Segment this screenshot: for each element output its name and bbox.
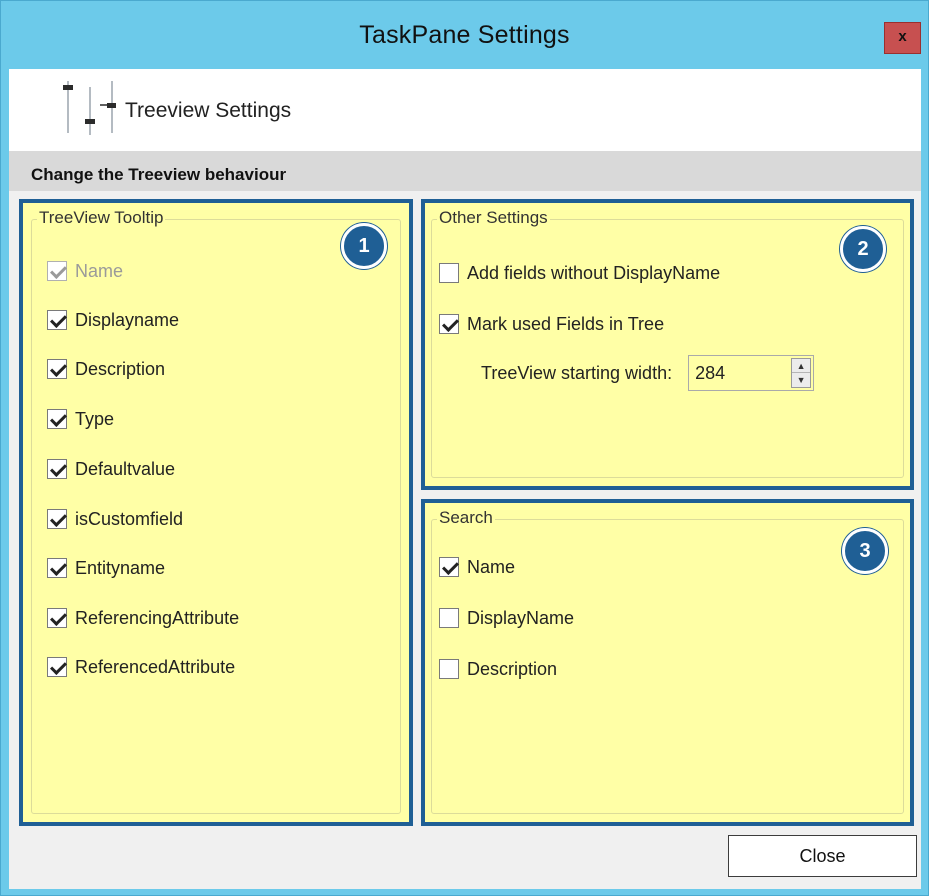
checkbox-icon[interactable]	[47, 509, 67, 529]
checkbox-label: Name	[75, 260, 124, 281]
checkbox-icon[interactable]	[47, 608, 67, 628]
treeview-width-row: TreeView starting width: 284 ▲ ▼	[481, 355, 815, 391]
treeview-width-value[interactable]: 284	[695, 363, 725, 384]
spinner-down-icon[interactable]: ▼	[792, 373, 810, 387]
checkbox-row-entityname[interactable]: Entityname	[47, 556, 165, 580]
checkbox-row-iscustomfield[interactable]: isCustomfield	[47, 507, 183, 531]
checkbox-icon[interactable]	[439, 659, 459, 679]
checkbox-icon[interactable]	[47, 261, 67, 281]
sliders-icon	[63, 81, 116, 135]
close-button[interactable]: Close	[728, 835, 917, 877]
checkbox-icon[interactable]	[47, 657, 67, 677]
checkbox-row-description[interactable]: Description	[47, 357, 165, 381]
title-bar[interactable]: TaskPane Settings x	[1, 1, 928, 69]
spinner-up-icon[interactable]: ▲	[792, 359, 811, 373]
checkbox-label: Type	[75, 408, 115, 429]
checkbox-label: Entityname	[75, 557, 166, 578]
callout-badge-2: 2	[840, 226, 886, 272]
treeview-width-spinner[interactable]: 284 ▲ ▼	[688, 355, 815, 391]
tooltip-panel: TreeView Tooltip 1 Name Displayname Desc…	[19, 199, 413, 826]
checkbox-icon[interactable]	[47, 459, 67, 479]
other-settings-groupbox: Other Settings	[431, 208, 904, 478]
settings-window: TaskPane Settings x Treeview Settings Ch…	[0, 0, 929, 896]
checkbox-row-add-fields-without-displayname[interactable]: Add fields without DisplayName	[439, 261, 720, 285]
tooltip-groupbox-legend: TreeView Tooltip	[37, 208, 166, 228]
other-settings-legend: Other Settings	[437, 208, 550, 228]
checkbox-label: Description	[467, 658, 558, 679]
callout-badge-3: 3	[842, 528, 888, 574]
checkbox-label: ReferencingAttribute	[75, 607, 240, 628]
header-band: Treeview Settings	[9, 69, 921, 151]
checkbox-row-displayname[interactable]: Displayname	[47, 308, 179, 332]
checkbox-label: ReferencedAttribute	[75, 656, 236, 677]
checkbox-label: isCustomfield	[75, 508, 184, 529]
checkbox-row-search-displayname[interactable]: DisplayName	[439, 606, 574, 630]
checkbox-icon[interactable]	[439, 314, 459, 334]
checkbox-label: Add fields without DisplayName	[467, 262, 721, 283]
checkbox-label: DisplayName	[467, 607, 575, 628]
checkbox-icon[interactable]	[47, 409, 67, 429]
other-settings-panel: Other Settings 2 Add fields without Disp…	[421, 199, 914, 490]
checkbox-row-referencingattribute[interactable]: ReferencingAttribute	[47, 606, 239, 630]
checkbox-row-mark-used-fields[interactable]: Mark used Fields in Tree	[439, 312, 664, 336]
checkbox-icon[interactable]	[47, 310, 67, 330]
checkbox-icon[interactable]	[47, 359, 67, 379]
section-subtitle: Change the Treeview behaviour	[31, 165, 287, 184]
checkbox-row-defaultvalue[interactable]: Defaultvalue	[47, 457, 175, 481]
checkbox-row-type[interactable]: Type	[47, 407, 114, 431]
checkbox-row-name[interactable]: Name	[47, 259, 123, 283]
checkbox-icon[interactable]	[439, 263, 459, 283]
callout-badge-1: 1	[341, 223, 387, 269]
search-panel: Search 3 Name DisplayName Description	[421, 499, 914, 826]
checkbox-label: Mark used Fields in Tree	[467, 313, 665, 334]
checkbox-icon[interactable]	[439, 608, 459, 628]
window-title: TaskPane Settings	[359, 21, 570, 49]
checkbox-label: Description	[75, 358, 166, 379]
checkbox-label: Displayname	[75, 309, 180, 330]
checkbox-row-search-name[interactable]: Name	[439, 555, 515, 579]
search-legend: Search	[437, 508, 495, 528]
checkbox-label: Defaultvalue	[75, 458, 176, 479]
checkbox-icon[interactable]	[47, 558, 67, 578]
window-client-area: Treeview Settings Change the Treeview be…	[9, 69, 921, 889]
checkbox-icon[interactable]	[439, 557, 459, 577]
treeview-width-label: TreeView starting width:	[481, 362, 673, 383]
checkbox-row-referencedattribute[interactable]: ReferencedAttribute	[47, 655, 235, 679]
checkbox-label: Name	[467, 556, 516, 577]
section-title: Treeview Settings	[125, 99, 292, 122]
spinner-buttons: ▲ ▼	[791, 358, 812, 388]
checkbox-row-search-description[interactable]: Description	[439, 657, 557, 681]
window-close-button[interactable]: x	[884, 22, 921, 54]
